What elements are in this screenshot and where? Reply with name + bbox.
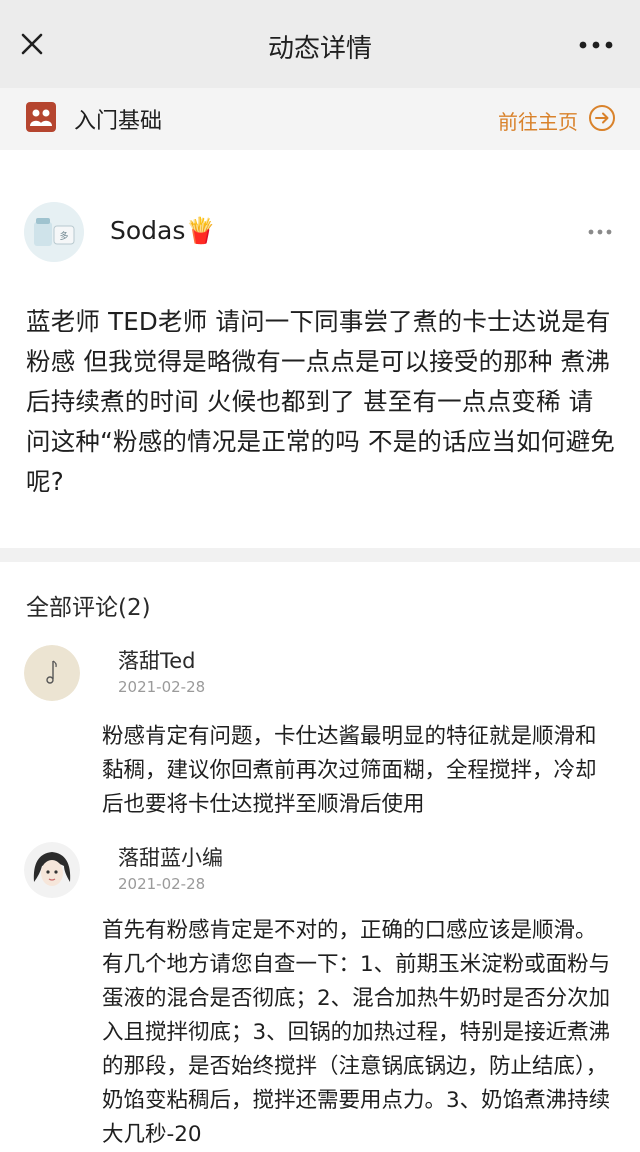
- comment-author-name[interactable]: 落甜蓝小编: [118, 842, 223, 872]
- arrow-right-circle-icon[interactable]: [588, 104, 616, 132]
- svg-text:多: 多: [59, 230, 68, 242]
- post-author-name[interactable]: Sodas🍟: [110, 216, 217, 246]
- circle-name: 入门基础: [74, 109, 163, 134]
- comment-date: 2021-02-28: [118, 875, 206, 893]
- more-dots-icon[interactable]: [578, 40, 614, 50]
- comment-avatar[interactable]: [24, 842, 80, 898]
- post-content: 蓝老师 TED老师 请问一下同事尝了煮的卡士达说是有粉感 但我觉得是略微有一点点…: [26, 307, 615, 496]
- group-icon: [26, 102, 56, 132]
- section-divider: [0, 548, 640, 562]
- comment-avatar[interactable]: [24, 645, 80, 701]
- comment-content: 首先有粉感肯定是不对的，正确的口感应该是顺滑。有几个地方请您自查一下：1、前期玉…: [102, 918, 611, 1147]
- comment-author-name[interactable]: 落甜Ted: [118, 645, 196, 675]
- comment-date: 2021-02-28: [118, 678, 206, 696]
- author-avatar[interactable]: 多: [24, 202, 84, 262]
- comments-header: 全部评论(2): [26, 595, 151, 621]
- goto-homepage-link[interactable]: 前往主页: [498, 106, 578, 135]
- comment-content: 粉感肯定有问题，卡仕达酱最明显的特征就是顺滑和黏稠，建议你回煮前再次过筛面糊，全…: [102, 724, 597, 817]
- post-more-icon[interactable]: [588, 229, 612, 235]
- page-title: 动态详情: [267, 34, 372, 64]
- top-nav-bar: 动态详情: [0, 0, 640, 88]
